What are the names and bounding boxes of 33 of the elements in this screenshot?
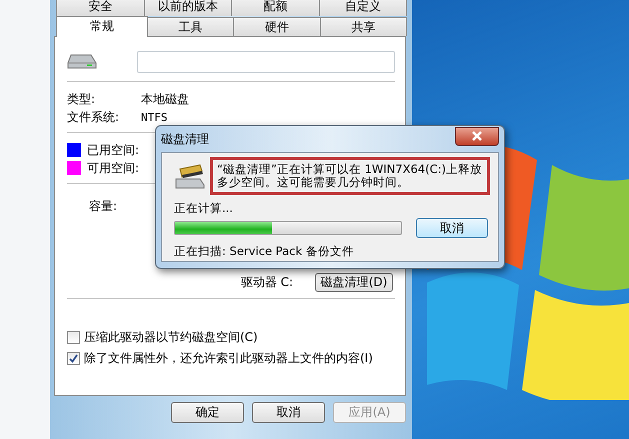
field-value: 本地磁盘 xyxy=(141,90,189,108)
legend-label: 已用空间: xyxy=(87,142,140,158)
checkbox[interactable] xyxy=(67,352,80,365)
cancel-button[interactable]: 取消 xyxy=(416,218,488,238)
checkbox[interactable] xyxy=(67,331,80,344)
disk-cleanup-button[interactable]: 磁盘清理(D) xyxy=(315,273,393,292)
tab[interactable]: 以前的版本 xyxy=(144,0,232,16)
tab[interactable]: 硬件 xyxy=(233,17,321,36)
dialog-title: 磁盘清理 xyxy=(161,130,209,148)
dialog-button[interactable]: 取消 xyxy=(252,402,325,423)
checkbox-label: 压缩此驱动器以节约磁盘空间(C) xyxy=(84,329,258,346)
tab[interactable]: 配额 xyxy=(231,0,320,16)
tab[interactable]: 安全 xyxy=(56,0,144,16)
hard-drive-icon xyxy=(67,53,97,71)
dialog-button[interactable]: 确定 xyxy=(171,402,244,423)
close-button[interactable] xyxy=(455,126,499,146)
checkbox-label: 除了文件属性外，还允许索引此驱动器上文件的内容(I) xyxy=(84,350,373,367)
tab[interactable]: 常规 xyxy=(56,16,148,37)
status-message: “磁盘清理”正在计算可以在 1WIN7X64(C:)上释放多少空间。这可能需要几分钟时间。 xyxy=(210,157,490,195)
close-icon xyxy=(472,131,482,141)
field-label: 类型: xyxy=(67,90,96,108)
capacity-label: 容量: xyxy=(89,198,118,215)
tab[interactable]: 共享 xyxy=(320,17,408,36)
drive-label: 驱动器 C: xyxy=(240,274,293,291)
tab[interactable]: 工具 xyxy=(146,17,234,36)
broom-drive-icon xyxy=(174,163,206,189)
legend-label: 可用空间: xyxy=(87,160,140,176)
field-label: 文件系统: xyxy=(67,108,120,126)
scanning-status: 正在扫描: Service Pack 备份文件 xyxy=(174,244,355,259)
field-value: NTFS xyxy=(141,110,168,124)
drive-name-field[interactable] xyxy=(137,51,395,73)
progress-status: 正在计算... xyxy=(174,201,234,216)
tab[interactable]: 自定义 xyxy=(318,0,407,16)
